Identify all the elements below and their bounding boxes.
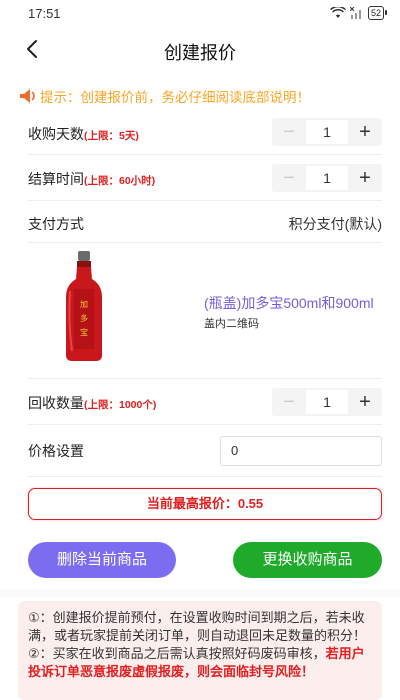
plus-icon: + xyxy=(359,390,371,413)
status-icons: 52 xyxy=(330,6,388,20)
product-subtitle: 盖内二维码 xyxy=(204,318,259,330)
quantity-label: 回收数量(上限：1000个) xyxy=(28,393,156,413)
price-input[interactable]: 0 xyxy=(220,436,382,466)
minus-icon: − xyxy=(283,120,295,143)
instructions-panel: ①：创建报价提前预付，在设置收购时间到期之后，若未收满，或者玩家提前关闭订单，则… xyxy=(18,601,382,700)
delete-product-button[interactable]: 删除当前商品 xyxy=(28,542,176,578)
highest-price-banner: 当前最高报价：0.55 xyxy=(28,488,382,520)
signal-icon xyxy=(349,7,361,19)
row-quantity: 回收数量(上限：1000个) − 1 + xyxy=(28,379,382,425)
days-minus-button[interactable]: − xyxy=(272,118,306,146)
settle-minus-button[interactable]: − xyxy=(272,164,306,192)
product-bottle-image: 加 多 宝 xyxy=(66,251,102,361)
page-title: 创建报价 xyxy=(164,43,236,63)
days-label: 收购天数(上限：5天) xyxy=(28,124,139,144)
status-bar: 17:51 52 xyxy=(0,0,400,28)
plus-icon: + xyxy=(359,166,371,189)
quantity-minus-button[interactable]: − xyxy=(272,388,306,416)
row-days: 收购天数(上限：5天) − 1 + xyxy=(28,115,382,155)
notice-banner: 提示：创建报价前，务必仔细阅读底部说明！ xyxy=(18,82,398,110)
payment-value[interactable]: 积分支付(默认) xyxy=(289,214,382,234)
plus-icon: + xyxy=(359,120,371,143)
row-settle: 结算时间(上限：60小时) − 1 + xyxy=(28,155,382,201)
battery-icon: 52 xyxy=(367,6,388,20)
settle-value[interactable]: 1 xyxy=(306,166,348,190)
days-plus-button[interactable]: + xyxy=(348,118,382,146)
change-product-button[interactable]: 更换收购商品 xyxy=(233,542,382,578)
instruction-1: ①：创建报价提前预付，在设置收购时间到期之后，若未收满，或者玩家提前关闭订单，则… xyxy=(28,610,367,643)
section-divider xyxy=(0,590,400,598)
product-name: (瓶盖)加多宝500ml和900ml xyxy=(204,295,374,311)
notice-text: 提示：创建报价前，务必仔细阅读底部说明！ xyxy=(40,90,310,105)
nav-bar: 创建报价 xyxy=(0,28,400,72)
settle-plus-button[interactable]: + xyxy=(348,164,382,192)
quantity-stepper: − 1 + xyxy=(272,388,382,416)
svg-text:宝: 宝 xyxy=(80,327,88,337)
days-stepper: − 1 + xyxy=(272,118,382,146)
quantity-limit: (上限：1000个) xyxy=(84,399,157,411)
days-value[interactable]: 1 xyxy=(306,120,348,144)
svg-text:多: 多 xyxy=(80,313,88,323)
quantity-value[interactable]: 1 xyxy=(306,390,348,414)
minus-icon: − xyxy=(283,166,295,189)
status-time: 17:51 xyxy=(28,6,61,21)
price-label: 价格设置 xyxy=(28,443,84,459)
row-payment: 支付方式 积分支付(默认) xyxy=(28,201,382,243)
wifi-icon xyxy=(330,7,346,18)
settle-label: 结算时间(上限：60小时) xyxy=(28,169,155,189)
settle-label-text: 结算时间 xyxy=(28,171,84,187)
days-label-text: 收购天数 xyxy=(28,126,84,142)
settle-stepper: − 1 + xyxy=(272,164,382,192)
speaker-icon xyxy=(20,89,35,103)
days-limit: (上限：5天) xyxy=(84,130,139,142)
quantity-plus-button[interactable]: + xyxy=(348,388,382,416)
payment-label: 支付方式 xyxy=(28,216,84,232)
quantity-label-text: 回收数量 xyxy=(28,395,84,411)
bottle-brand-text: 加 xyxy=(80,299,88,309)
instruction-2: ②：买家在收到商品之后需认真按照好码废码审核，若用户投诉订单恶意报废虚假报废，则… xyxy=(28,645,372,681)
minus-icon: − xyxy=(283,390,295,413)
instruction-2-text: ②：买家在收到商品之后需认真按照好码废码审核， xyxy=(28,646,326,661)
settle-limit: (上限：60小时) xyxy=(84,175,156,187)
